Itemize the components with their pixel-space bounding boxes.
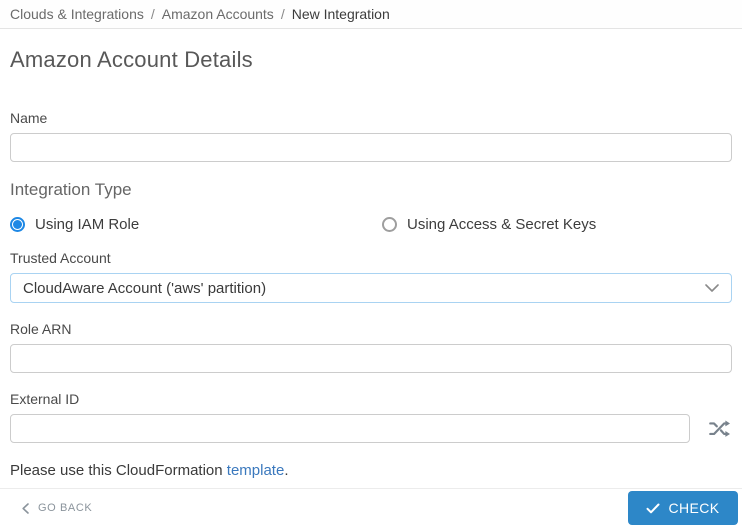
- integration-type-heading: Integration Type: [10, 180, 732, 200]
- chevron-left-icon: [22, 503, 29, 514]
- role-arn-label: Role ARN: [10, 321, 732, 337]
- external-id-label: External ID: [10, 391, 732, 407]
- chevron-down-icon: [705, 284, 719, 292]
- name-input[interactable]: [10, 133, 732, 162]
- breadcrumb: Clouds & Integrations / Amazon Accounts …: [0, 0, 742, 29]
- go-back-label: GO BACK: [38, 502, 92, 514]
- breadcrumb-separator: /: [151, 6, 155, 22]
- main-content: Amazon Account Details Name Integration …: [0, 47, 742, 479]
- footer-bar: GO BACK CHECK: [0, 488, 742, 531]
- integration-type-options: Using IAM Role Using Access & Secret Key…: [10, 216, 732, 233]
- radio-label: Using IAM Role: [35, 216, 139, 233]
- generate-external-id-button[interactable]: [707, 417, 732, 440]
- check-button[interactable]: CHECK: [628, 491, 738, 525]
- checkmark-icon: [646, 503, 660, 514]
- trusted-account-selected-value: CloudAware Account ('aws' partition): [23, 280, 266, 297]
- note-text: Please use this CloudFormation: [10, 462, 227, 479]
- name-label: Name: [10, 110, 732, 126]
- radio-using-iam-role[interactable]: Using IAM Role: [10, 216, 382, 233]
- check-button-label: CHECK: [668, 500, 719, 516]
- external-id-input[interactable]: [10, 414, 690, 443]
- radio-unselected-icon: [382, 217, 397, 232]
- page-title: Amazon Account Details: [10, 47, 732, 73]
- breadcrumb-clouds-integrations[interactable]: Clouds & Integrations: [10, 6, 144, 22]
- go-back-button[interactable]: GO BACK: [22, 502, 92, 514]
- cloudformation-note: Please use this CloudFormation template.: [10, 462, 732, 479]
- note-period: .: [284, 462, 288, 479]
- breadcrumb-separator: /: [281, 6, 285, 22]
- shuffle-icon: [709, 419, 730, 438]
- external-id-row: [10, 407, 732, 443]
- trusted-account-label: Trusted Account: [10, 250, 732, 266]
- radio-label: Using Access & Secret Keys: [407, 216, 596, 233]
- breadcrumb-new-integration: New Integration: [292, 6, 390, 22]
- trusted-account-select[interactable]: CloudAware Account ('aws' partition): [10, 273, 732, 303]
- cloudformation-template-link[interactable]: template: [227, 462, 285, 479]
- breadcrumb-amazon-accounts[interactable]: Amazon Accounts: [162, 6, 274, 22]
- radio-using-access-secret-keys[interactable]: Using Access & Secret Keys: [382, 216, 596, 233]
- radio-selected-icon: [10, 217, 25, 232]
- role-arn-input[interactable]: [10, 344, 732, 373]
